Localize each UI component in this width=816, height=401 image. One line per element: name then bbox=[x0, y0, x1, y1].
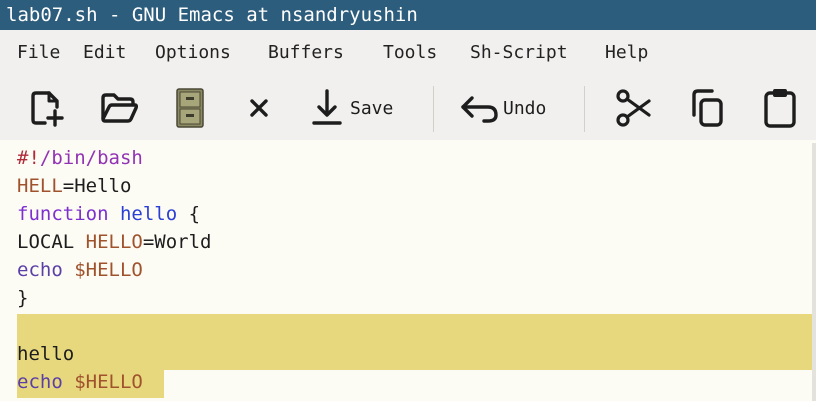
code-line-6: } bbox=[17, 284, 28, 312]
local-keyword: LOCAL bbox=[17, 231, 86, 253]
window-title: lab07.sh - GNU Emacs at nsandryushin bbox=[6, 4, 418, 26]
shebang-prefix: #! bbox=[17, 147, 40, 169]
save-label: Save bbox=[350, 97, 394, 119]
code-line-8: hello bbox=[17, 340, 74, 368]
function-call: hello bbox=[17, 343, 75, 365]
new-file-button[interactable] bbox=[24, 84, 70, 132]
cut-button[interactable] bbox=[608, 84, 656, 132]
paste-button[interactable] bbox=[756, 84, 804, 132]
window-title-bar: lab07.sh - GNU Emacs at nsandryushin bbox=[0, 0, 816, 30]
menu-bar: File Edit Options Buffers Tools Sh-Scrip… bbox=[0, 38, 816, 68]
toolbar-separator bbox=[584, 86, 585, 132]
builtin-echo: echo bbox=[17, 259, 63, 281]
dired-button[interactable] bbox=[168, 84, 212, 132]
emacs-chrome: File Edit Options Buffers Tools Sh-Scrip… bbox=[0, 30, 816, 140]
menu-tools[interactable]: Tools bbox=[383, 38, 437, 68]
menu-file[interactable]: File bbox=[17, 38, 60, 68]
brace-close: } bbox=[17, 287, 29, 309]
region-highlight bbox=[17, 314, 812, 370]
variable-ref: $HELLO bbox=[74, 259, 143, 281]
scrollbar-edge[interactable] bbox=[812, 143, 816, 401]
kill-buffer-button[interactable] bbox=[240, 84, 278, 132]
save-icon bbox=[312, 89, 342, 125]
close-icon bbox=[250, 99, 268, 117]
function-name: hello bbox=[119, 203, 178, 225]
assignment-value: =Hello bbox=[62, 175, 132, 197]
undo-button[interactable]: Undo bbox=[458, 84, 562, 132]
new-file-icon bbox=[31, 91, 64, 127]
file-cabinet-icon bbox=[176, 88, 204, 128]
variable-name: HELLO bbox=[85, 231, 143, 253]
save-button[interactable]: Save bbox=[310, 84, 410, 132]
code-line-3: function hello { bbox=[17, 200, 200, 228]
tool-bar: Save Undo bbox=[0, 78, 816, 138]
menu-sh-script[interactable]: Sh-Script bbox=[470, 38, 568, 68]
open-file-button[interactable] bbox=[96, 84, 142, 132]
undo-icon bbox=[461, 96, 498, 123]
shebang-path: /bin/bash bbox=[39, 147, 143, 169]
undo-label: Undo bbox=[503, 97, 547, 119]
open-folder-icon bbox=[101, 93, 139, 123]
editor-buffer[interactable]: #!/bin/bash HELL=Hello function hello { … bbox=[0, 143, 812, 401]
code-line-5: echo $HELLO bbox=[17, 256, 143, 284]
variable-name: HELL bbox=[17, 175, 63, 197]
copy-button[interactable] bbox=[682, 84, 730, 132]
menu-options[interactable]: Options bbox=[155, 38, 231, 68]
copy-icon bbox=[692, 89, 723, 127]
code-line-4: LOCAL HELLO=World bbox=[17, 228, 211, 256]
code-line-1: #!/bin/bash bbox=[17, 144, 143, 172]
assignment-value: =World bbox=[142, 231, 212, 253]
code-line-2: HELL=Hello bbox=[17, 172, 131, 200]
menu-help[interactable]: Help bbox=[605, 38, 648, 68]
variable-ref: $HELLO bbox=[74, 371, 143, 393]
toolbar-separator bbox=[433, 86, 434, 132]
brace-open: { bbox=[177, 203, 201, 225]
code-line-9: echo $HELLO bbox=[17, 368, 143, 396]
paste-icon bbox=[764, 89, 796, 128]
keyword-function: function bbox=[17, 203, 109, 225]
builtin-echo: echo bbox=[17, 371, 63, 393]
menu-buffers[interactable]: Buffers bbox=[268, 38, 344, 68]
cut-icon bbox=[616, 89, 651, 127]
menu-edit[interactable]: Edit bbox=[83, 38, 126, 68]
